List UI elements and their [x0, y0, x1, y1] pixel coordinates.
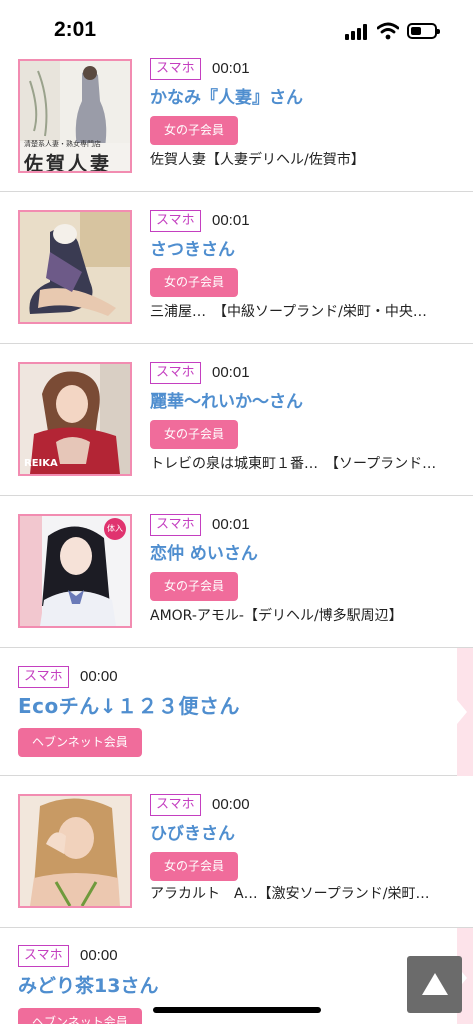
- profile-thumbnail[interactable]: 清楚系人妻・熟女専門店 佐賀人妻: [18, 59, 132, 173]
- post-time: 00:01: [212, 212, 250, 229]
- shop-name[interactable]: アラカルト A…【激安ソープランド/栄町…: [150, 884, 460, 904]
- post-time: 00:01: [212, 364, 250, 381]
- member-type-badge: ヘブンネット会員: [18, 728, 142, 757]
- smartphone-badge: スマホ: [150, 514, 201, 536]
- member-name[interactable]: みどり茶13さん: [18, 974, 158, 998]
- member-type-badge: 女の子会員: [150, 572, 239, 601]
- shop-name[interactable]: トレビの泉は城東町１番… 【ソープランド…: [150, 454, 460, 474]
- member-type-badge: 女の子会員: [150, 420, 239, 449]
- thumbnail-logo-text: 佐賀人妻: [24, 153, 113, 173]
- list-item[interactable]: スマホ 00:00 ひびきさん 女の子会員 アラカルト A…【激安ソープランド/…: [0, 776, 473, 928]
- member-name[interactable]: かなみ『人妻』さん: [150, 86, 303, 110]
- list-item[interactable]: スマホ 00:01 さつきさん 女の子会員 三浦屋… 【中級ソープランド/栄町・…: [0, 192, 473, 344]
- triangle-up-icon: [422, 973, 448, 995]
- list-item[interactable]: スマホ 00:00 Ecoチん↓１２３便さん ヘブンネット会員: [0, 648, 473, 776]
- status-time: 2:01: [54, 18, 97, 41]
- member-type-badge: ヘブンネット会員: [18, 1008, 142, 1024]
- trial-badge: 体入: [104, 518, 126, 540]
- member-name[interactable]: ひびきさん: [150, 822, 235, 846]
- post-time: 00:01: [212, 516, 250, 533]
- thumbnail-caption: 清楚系人妻・熟女専門店: [24, 140, 101, 148]
- scroll-to-top-button[interactable]: [407, 956, 462, 1013]
- thumbnail-name-text: REIKA: [24, 458, 58, 469]
- smartphone-badge: スマホ: [18, 945, 69, 967]
- smartphone-badge: スマホ: [150, 362, 201, 384]
- post-time: 00:01: [212, 60, 250, 77]
- shop-name[interactable]: AMOR-アモル-【デリヘル/博多駅周辺】: [150, 606, 460, 626]
- home-indicator[interactable]: [153, 1007, 321, 1013]
- member-name[interactable]: 麗華〜れいか〜さん: [150, 390, 303, 414]
- wifi-icon: [377, 22, 399, 40]
- status-bar: 2:01: [0, 0, 473, 56]
- member-type-badge: 女の子会員: [150, 852, 239, 881]
- profile-thumbnail[interactable]: [18, 794, 132, 908]
- shop-name[interactable]: 三浦屋… 【中級ソープランド/栄町・中央…: [150, 302, 460, 322]
- smartphone-badge: スマホ: [18, 666, 69, 688]
- list-item[interactable]: REIKA スマホ 00:01 麗華〜れいか〜さん 女の子会員 トレビの泉は城東…: [0, 344, 473, 496]
- shop-name[interactable]: 佐賀人妻【人妻デリヘル/佐賀市】: [150, 150, 460, 170]
- smartphone-badge: スマホ: [150, 58, 201, 80]
- post-time: 00:00: [212, 796, 250, 813]
- member-type-badge: 女の子会員: [150, 116, 239, 145]
- smartphone-badge: スマホ: [150, 794, 201, 816]
- cellular-signal-icon: [345, 24, 369, 40]
- smartphone-badge: スマホ: [150, 210, 201, 232]
- member-name[interactable]: 恋仲 めいさん: [150, 542, 258, 566]
- profile-thumbnail[interactable]: 体入: [18, 514, 132, 628]
- post-time: 00:00: [80, 668, 118, 685]
- battery-icon: [407, 23, 440, 39]
- member-type-badge: 女の子会員: [150, 268, 239, 297]
- side-scroll-indicator: [457, 648, 473, 776]
- list-item[interactable]: 体入 スマホ 00:01 恋仲 めいさん 女の子会員 AMOR-アモル-【デリヘ…: [0, 496, 473, 648]
- post-time: 00:00: [80, 947, 118, 964]
- member-name[interactable]: Ecoチん↓１２３便さん: [18, 694, 240, 718]
- profile-thumbnail[interactable]: [18, 210, 132, 324]
- profile-thumbnail[interactable]: REIKA: [18, 362, 132, 476]
- list-item[interactable]: 清楚系人妻・熟女専門店 佐賀人妻 スマホ 00:01 かなみ『人妻』さん 女の子…: [0, 56, 473, 192]
- member-name[interactable]: さつきさん: [150, 238, 235, 262]
